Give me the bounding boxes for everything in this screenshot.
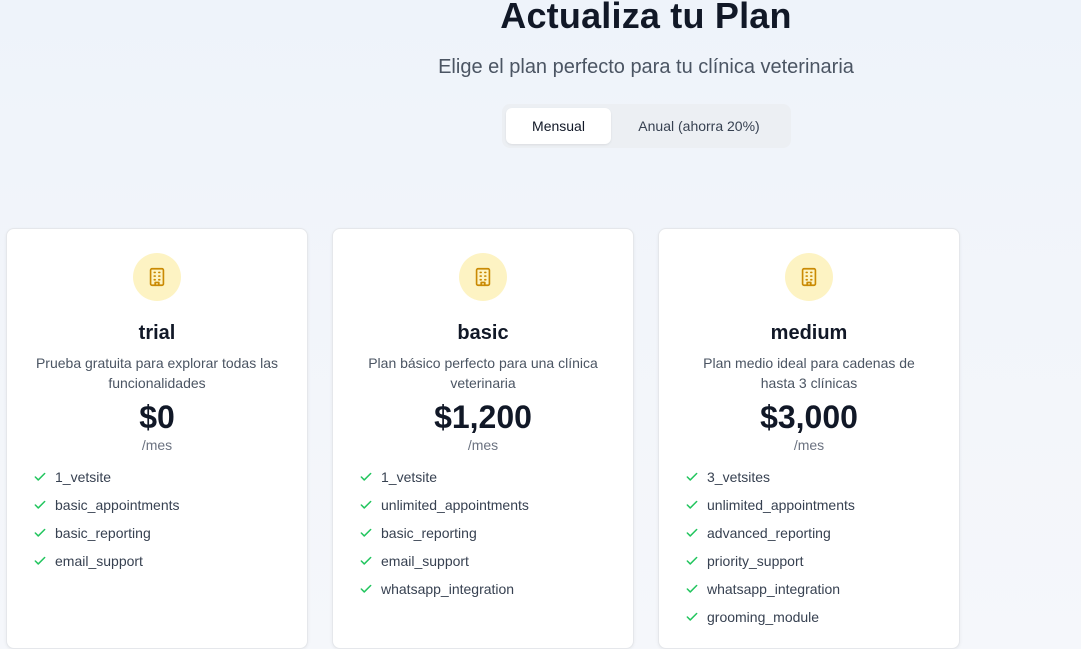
page-title: Actualiza tu Plan (500, 0, 792, 36)
plan-card-medium[interactable]: medium Plan medio ideal para cadenas de … (658, 228, 960, 649)
check-icon (33, 554, 55, 568)
check-icon (685, 554, 707, 568)
plan-description: Plan medio ideal para cadenas de hasta 3… (703, 355, 915, 391)
check-icon (33, 498, 55, 512)
check-icon (359, 582, 381, 596)
feature-label: 3_vetsites (707, 469, 771, 485)
feature-item: unlimited_appointments (685, 491, 855, 519)
feature-item: whatsapp_integration (359, 575, 529, 603)
feature-item: email_support (33, 547, 180, 575)
feature-label: unlimited_appointments (707, 497, 855, 513)
building-icon (459, 253, 507, 301)
feature-label: whatsapp_integration (381, 581, 515, 597)
feature-item: basic_appointments (33, 491, 180, 519)
feature-label: basic_reporting (381, 525, 477, 541)
annual-toggle-button[interactable]: Anual (ahorra 20%) (611, 108, 787, 144)
plan-description: Plan básico perfecto para una clínica ve… (368, 355, 598, 391)
plan-card-basic[interactable]: basic Plan básico perfecto para una clín… (332, 228, 634, 649)
feature-label: unlimited_appointments (381, 497, 529, 513)
feature-item: advanced_reporting (685, 519, 855, 547)
check-icon (685, 470, 707, 484)
feature-label: grooming_module (707, 609, 820, 625)
plan-price: $0 (139, 399, 175, 435)
feature-label: basic_reporting (55, 525, 151, 541)
building-icon (785, 253, 833, 301)
check-icon (685, 526, 707, 540)
plan-price: $3,000 (760, 399, 858, 435)
plan-period: /mes (141, 437, 173, 453)
feature-item: unlimited_appointments (359, 491, 529, 519)
feature-label: basic_appointments (55, 497, 180, 513)
check-icon (685, 610, 707, 624)
billing-period-toggle: Mensual Anual (ahorra 20%) (502, 104, 791, 148)
plan-name: basic (457, 322, 509, 344)
feature-item: basic_reporting (359, 519, 529, 547)
feature-list: 1_vetsite basic_appointments basic_repor… (33, 463, 180, 575)
feature-label: email_support (55, 553, 143, 569)
feature-label: 1_vetsite (381, 469, 438, 485)
feature-item: 3_vetsites (685, 463, 855, 491)
feature-item: priority_support (685, 547, 855, 575)
feature-label: 1_vetsite (55, 469, 112, 485)
feature-label: whatsapp_integration (707, 581, 841, 597)
check-icon (685, 498, 707, 512)
plan-name: medium (770, 322, 848, 344)
feature-item: grooming_module (685, 603, 855, 631)
check-icon (359, 526, 381, 540)
feature-label: priority_support (707, 553, 804, 569)
feature-label: advanced_reporting (707, 525, 831, 541)
check-icon (359, 498, 381, 512)
building-icon (133, 253, 181, 301)
check-icon (685, 582, 707, 596)
plan-period: /mes (467, 437, 499, 453)
page-subtitle: Elige el plan perfecto para tu clínica v… (438, 56, 854, 78)
check-icon (33, 470, 55, 484)
feature-item: 1_vetsite (359, 463, 529, 491)
check-icon (359, 470, 381, 484)
plan-description: Prueba gratuita para explorar todas las … (35, 355, 279, 391)
check-icon (33, 526, 55, 540)
feature-item: whatsapp_integration (685, 575, 855, 603)
monthly-toggle-button[interactable]: Mensual (506, 108, 611, 144)
plan-card-trial[interactable]: trial Prueba gratuita para explorar toda… (6, 228, 308, 649)
plan-price: $1,200 (434, 399, 532, 435)
feature-label: email_support (381, 553, 469, 569)
feature-list: 1_vetsite unlimited_appointments basic_r… (359, 463, 529, 603)
feature-item: email_support (359, 547, 529, 575)
check-icon (359, 554, 381, 568)
feature-item: 1_vetsite (33, 463, 180, 491)
upgrade-plan-page: Actualiza tu Plan Elige el plan perfecto… (0, 0, 1081, 649)
plan-name: trial (138, 322, 176, 344)
feature-item: basic_reporting (33, 519, 180, 547)
plan-period: /mes (793, 437, 825, 453)
feature-list: 3_vetsites unlimited_appointments advanc… (685, 463, 855, 631)
